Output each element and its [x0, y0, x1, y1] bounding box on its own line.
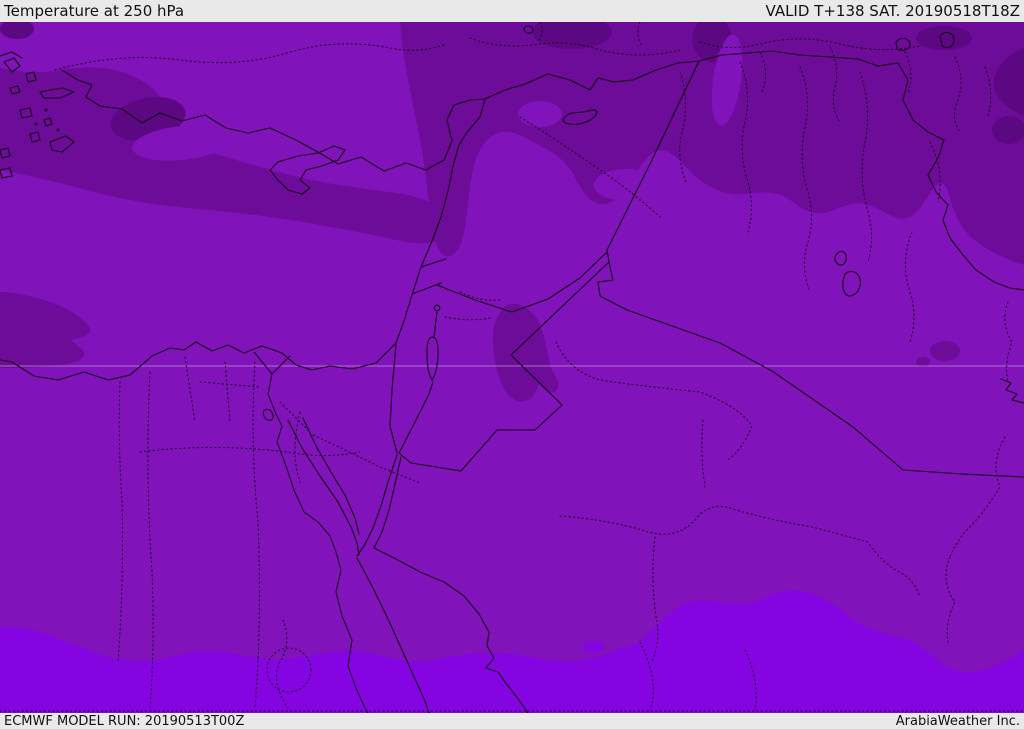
map-title: Temperature at 250 hPa [4, 1, 185, 20]
map-area [0, 22, 1024, 713]
header-bar: Temperature at 250 hPa VALID T+138 SAT. … [0, 0, 1024, 22]
valid-time-label: VALID T+138 SAT. 20190518T18Z [765, 1, 1020, 20]
footer-bar: ECMWF MODEL RUN: 20190513T00Z ArabiaWeat… [0, 713, 1024, 729]
weather-map-page: Temperature at 250 hPa VALID T+138 SAT. … [0, 0, 1024, 729]
model-run-label: ECMWF MODEL RUN: 20190513T00Z [4, 713, 245, 729]
credit-label: ArabiaWeather Inc. [895, 713, 1020, 729]
weather-map-canvas [0, 22, 1024, 713]
